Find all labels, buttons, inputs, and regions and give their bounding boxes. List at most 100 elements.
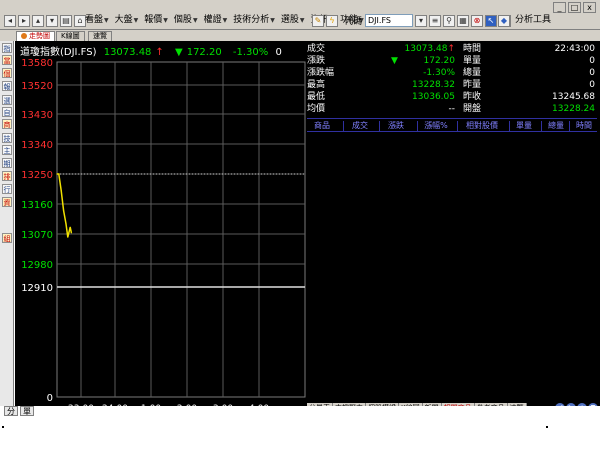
info-value: 0: [589, 68, 595, 78]
toolbar: ◂ ▸ ▴ ▾ ▤ ⌂ 看盤▼ 大盤▼ 報價▼ 個股▼ 權證▼ 技術分析▼ 選股…: [0, 0, 600, 30]
y-tick-label: 13520: [21, 81, 53, 92]
column-header[interactable]: 相對股價: [459, 120, 505, 132]
header-price: 13073.48 ↑: [103, 47, 164, 58]
column-header[interactable]: 單量: [511, 120, 537, 132]
info-value: -1.30%: [423, 68, 455, 78]
info-row: 成交 13073.48↑ 時間 22:43:00: [307, 43, 597, 55]
sidebar-item-0[interactable]: 指: [2, 43, 12, 53]
y-tick-label: 0: [47, 393, 53, 404]
menu-market[interactable]: 大盤▼: [112, 13, 142, 28]
maximize-button[interactable]: □: [568, 2, 581, 13]
status-single[interactable]: 單: [20, 406, 34, 416]
status-bar: 分 單: [0, 406, 600, 450]
pen-icon[interactable]: ✎: [312, 14, 324, 27]
y-tick-label: 13250: [21, 170, 53, 181]
column-header[interactable]: 漲幅%: [419, 120, 453, 132]
column-header[interactable]: 時間: [571, 120, 597, 132]
up-arrow-icon: ↑: [447, 44, 455, 54]
sidebar-item-2[interactable]: 個: [2, 68, 12, 78]
column-header[interactable]: 總量: [543, 120, 569, 132]
sidebar-item-3[interactable]: 報: [2, 81, 12, 91]
info-row: 均價 -- 開盤 13228.24: [307, 103, 597, 115]
down-icon[interactable]: ▾: [46, 14, 58, 27]
menu-view[interactable]: 看盤▼: [82, 13, 112, 28]
analysis-tool-button[interactable]: 分析工具: [512, 13, 554, 28]
quote-header: 道瓊指數(DJI.FS) 13073.48 ↑ ▼ 172.20 -1.30% 0: [20, 43, 286, 58]
menu-quote[interactable]: 報價▼: [141, 13, 171, 28]
info-label: 最低: [307, 92, 326, 102]
info-panel: 成交 13073.48↑ 時間 22:43:00 漲跌 ▼ 172.20 單量 …: [307, 43, 597, 115]
stop-icon[interactable]: ⊗: [471, 14, 484, 27]
sidebar-item-5[interactable]: 自: [2, 107, 12, 117]
info-value: 0: [589, 56, 595, 66]
status-left: 分 單: [4, 406, 34, 416]
close-button[interactable]: x: [583, 2, 596, 13]
up-icon[interactable]: ▴: [32, 14, 44, 27]
info-label: 總量: [463, 68, 482, 78]
sidebar-item-10[interactable]: 排: [2, 171, 12, 181]
sidebar-item-6[interactable]: 商: [2, 119, 12, 129]
related-table-header: 商品 成交 漲跌 漲幅% 相對股價 單量 總量 時間: [307, 118, 597, 132]
y-tick-label: 12980: [21, 260, 53, 271]
window-controls: _ □ x: [553, 2, 596, 13]
info-label: 漲跌幅: [307, 68, 335, 78]
info-value: 13073.48↑: [404, 44, 456, 54]
info-label: 最高: [307, 80, 326, 90]
sidebar-item-8[interactable]: 主: [2, 145, 12, 155]
list-icon[interactable]: ≡: [429, 14, 442, 27]
header-volume: 0: [275, 47, 282, 58]
menu-stock[interactable]: 個股▼: [171, 13, 201, 28]
sidebar-item-4[interactable]: 選: [2, 95, 12, 105]
info-label: 開盤: [463, 104, 482, 114]
info-value: 22:43:00: [554, 44, 595, 54]
index-name: 道瓊指數(DJI.FS): [20, 47, 97, 58]
column-divider: [509, 121, 510, 131]
main-pane: 13580 13520 13430 13340 13250 13160 13070 12980…: [15, 41, 600, 414]
column-divider: [569, 121, 570, 131]
analysis-icon[interactable]: ◆: [498, 14, 510, 27]
code-search: 代碼 DJI.FS ▾ ≡ ⚲ ▦ ⊗ ↖ ?: [340, 13, 513, 28]
back-icon[interactable]: ◂: [4, 14, 16, 27]
sidebar-item-1[interactable]: 當: [2, 55, 12, 65]
price-point: [58, 173, 60, 175]
analysis-tool: ◆ 分析工具: [498, 13, 554, 28]
menu-technical[interactable]: 技術分析▼: [230, 13, 278, 28]
info-value: 0: [589, 80, 595, 90]
price-point: [56, 173, 58, 175]
info-row: 最高 13228.32 昨量 0: [307, 79, 597, 91]
column-header[interactable]: 成交: [345, 120, 375, 132]
image-icon[interactable]: ▦: [457, 14, 470, 27]
y-tick-label: 13430: [21, 110, 53, 121]
sidebar-item-7[interactable]: 技: [2, 133, 12, 143]
column-header[interactable]: 漲跌: [381, 120, 411, 132]
tab-strip: 走勢圖 K線圖 速覽: [0, 30, 600, 41]
menu-screener[interactable]: 選股▼: [278, 13, 308, 28]
tab-k-line[interactable]: K線圖: [56, 31, 85, 41]
toolbar-tools: ✎ ϟ: [312, 13, 340, 28]
sidebar-item-13[interactable]: 組: [2, 233, 12, 243]
price-point: [67, 236, 69, 238]
forward-icon[interactable]: ▸: [18, 14, 30, 27]
print-icon[interactable]: ▤: [60, 14, 72, 27]
lightning-icon[interactable]: ϟ: [326, 14, 338, 27]
sidebar-item-11[interactable]: 行: [2, 184, 12, 194]
status-minute[interactable]: 分: [4, 406, 18, 416]
y-tick-label: 13070: [21, 230, 53, 241]
sidebar-item-12[interactable]: 資: [2, 197, 12, 207]
tab-trend-chart[interactable]: 走勢圖: [16, 31, 55, 41]
menu-warrant[interactable]: 權證▼: [201, 13, 231, 28]
dropdown-icon[interactable]: ▾: [415, 14, 428, 27]
column-divider: [343, 121, 344, 131]
info-value: 13245.68: [552, 92, 595, 102]
magnifier-icon[interactable]: ⚲: [443, 14, 456, 27]
info-value: 172.20: [423, 56, 456, 66]
pointer-icon[interactable]: ↖: [485, 14, 498, 27]
minimize-button[interactable]: _: [553, 2, 566, 13]
sidebar-item-9[interactable]: 期: [2, 158, 12, 168]
code-input[interactable]: DJI.FS: [365, 14, 414, 27]
price-series-line: [57, 173, 73, 238]
column-header[interactable]: 商品: [307, 120, 337, 132]
status-dot: [546, 426, 548, 428]
header-change-pct: -1.30%: [232, 47, 269, 58]
tab-overview[interactable]: 速覽: [88, 31, 112, 41]
